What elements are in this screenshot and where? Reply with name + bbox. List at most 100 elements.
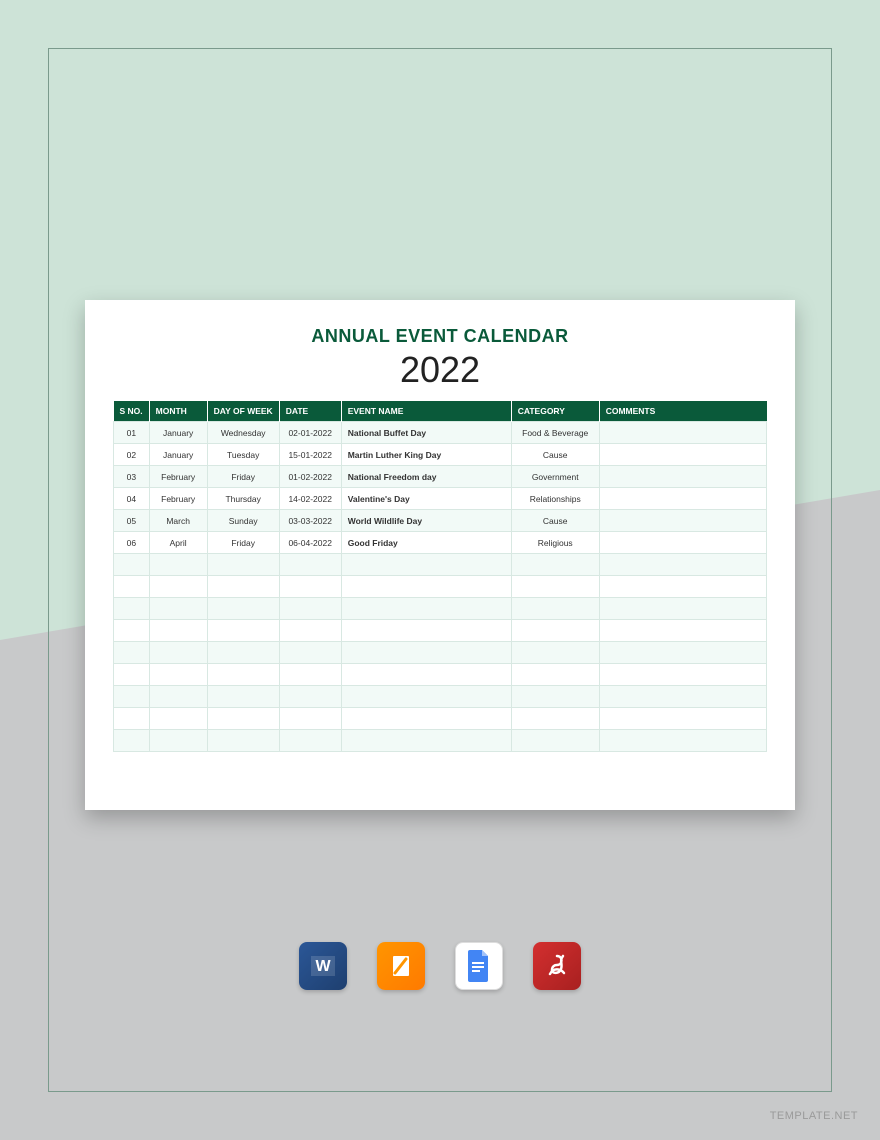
cell-empty <box>341 642 511 664</box>
cell-empty <box>279 730 341 752</box>
header-month: MONTH <box>149 401 207 422</box>
cell-empty <box>279 620 341 642</box>
cell-comments <box>599 444 766 466</box>
cell-month: January <box>149 444 207 466</box>
cell-empty <box>511 708 599 730</box>
cell-sno: 05 <box>114 510 150 532</box>
cell-empty <box>341 664 511 686</box>
cell-empty <box>511 686 599 708</box>
event-table: S NO. MONTH DAY OF WEEK DATE EVENT NAME … <box>113 401 767 752</box>
cell-category: Government <box>511 466 599 488</box>
cell-empty <box>149 598 207 620</box>
cell-empty <box>341 730 511 752</box>
cell-dow: Friday <box>207 466 279 488</box>
format-icons-row: W <box>0 942 880 990</box>
cell-date: 01-02-2022 <box>279 466 341 488</box>
table-row-empty <box>114 554 767 576</box>
cell-month: February <box>149 466 207 488</box>
cell-empty <box>149 686 207 708</box>
cell-empty <box>599 686 766 708</box>
cell-date: 03-03-2022 <box>279 510 341 532</box>
cell-empty <box>279 576 341 598</box>
cell-category: Religious <box>511 532 599 554</box>
cell-empty <box>341 620 511 642</box>
cell-empty <box>114 730 150 752</box>
cell-empty <box>114 620 150 642</box>
watermark-text: TEMPLATE.NET <box>770 1110 858 1122</box>
table-row-empty <box>114 686 767 708</box>
cell-empty <box>207 708 279 730</box>
header-comments: COMMENTS <box>599 401 766 422</box>
table-row-empty <box>114 576 767 598</box>
table-row: 05MarchSunday03-03-2022World Wildlife Da… <box>114 510 767 532</box>
cell-date: 06-04-2022 <box>279 532 341 554</box>
cell-comments <box>599 422 766 444</box>
cell-comments <box>599 532 766 554</box>
cell-empty <box>599 664 766 686</box>
cell-empty <box>207 664 279 686</box>
header-sno: S NO. <box>114 401 150 422</box>
cell-empty <box>207 554 279 576</box>
cell-empty <box>114 686 150 708</box>
cell-comments <box>599 510 766 532</box>
table-row-empty <box>114 642 767 664</box>
cell-category: Cause <box>511 510 599 532</box>
cell-empty <box>149 708 207 730</box>
cell-sno: 06 <box>114 532 150 554</box>
cell-date: 14-02-2022 <box>279 488 341 510</box>
pages-icon <box>377 942 425 990</box>
cell-category: Cause <box>511 444 599 466</box>
document-sheet: ANNUAL EVENT CALENDAR 2022 S NO. MONTH D… <box>85 300 795 810</box>
cell-empty <box>599 598 766 620</box>
cell-empty <box>599 576 766 598</box>
cell-empty <box>599 620 766 642</box>
cell-empty <box>341 576 511 598</box>
cell-empty <box>511 664 599 686</box>
cell-sno: 04 <box>114 488 150 510</box>
cell-event: Martin Luther King Day <box>341 444 511 466</box>
document-title: ANNUAL EVENT CALENDAR <box>113 326 767 347</box>
cell-empty <box>511 598 599 620</box>
header-date: DATE <box>279 401 341 422</box>
cell-empty <box>149 642 207 664</box>
cell-date: 15-01-2022 <box>279 444 341 466</box>
cell-empty <box>511 642 599 664</box>
cell-empty <box>279 642 341 664</box>
cell-sno: 01 <box>114 422 150 444</box>
cell-empty <box>207 730 279 752</box>
table-row: 03FebruaryFriday01-02-2022National Freed… <box>114 466 767 488</box>
cell-empty <box>114 664 150 686</box>
cell-empty <box>511 554 599 576</box>
table-body: 01JanuaryWednesday02-01-2022National Buf… <box>114 422 767 752</box>
cell-empty <box>114 642 150 664</box>
cell-empty <box>149 576 207 598</box>
cell-empty <box>279 664 341 686</box>
cell-dow: Sunday <box>207 510 279 532</box>
cell-empty <box>279 554 341 576</box>
cell-empty <box>207 620 279 642</box>
cell-empty <box>341 598 511 620</box>
cell-dow: Friday <box>207 532 279 554</box>
table-row: 02JanuaryTuesday15-01-2022Martin Luther … <box>114 444 767 466</box>
cell-sno: 02 <box>114 444 150 466</box>
cell-empty <box>511 576 599 598</box>
cell-empty <box>599 730 766 752</box>
cell-category: Food & Beverage <box>511 422 599 444</box>
header-dow: DAY OF WEEK <box>207 401 279 422</box>
document-year: 2022 <box>113 349 767 391</box>
cell-empty <box>511 620 599 642</box>
cell-event: National Buffet Day <box>341 422 511 444</box>
cell-dow: Wednesday <box>207 422 279 444</box>
cell-sno: 03 <box>114 466 150 488</box>
cell-empty <box>114 576 150 598</box>
cell-comments <box>599 466 766 488</box>
google-docs-icon <box>455 942 503 990</box>
pdf-icon <box>533 942 581 990</box>
cell-empty <box>207 598 279 620</box>
cell-event: Good Friday <box>341 532 511 554</box>
cell-empty <box>341 554 511 576</box>
cell-empty <box>599 708 766 730</box>
table-row: 01JanuaryWednesday02-01-2022National Buf… <box>114 422 767 444</box>
table-row-empty <box>114 598 767 620</box>
table-row: 04FebruaryThursday14-02-2022Valentine's … <box>114 488 767 510</box>
